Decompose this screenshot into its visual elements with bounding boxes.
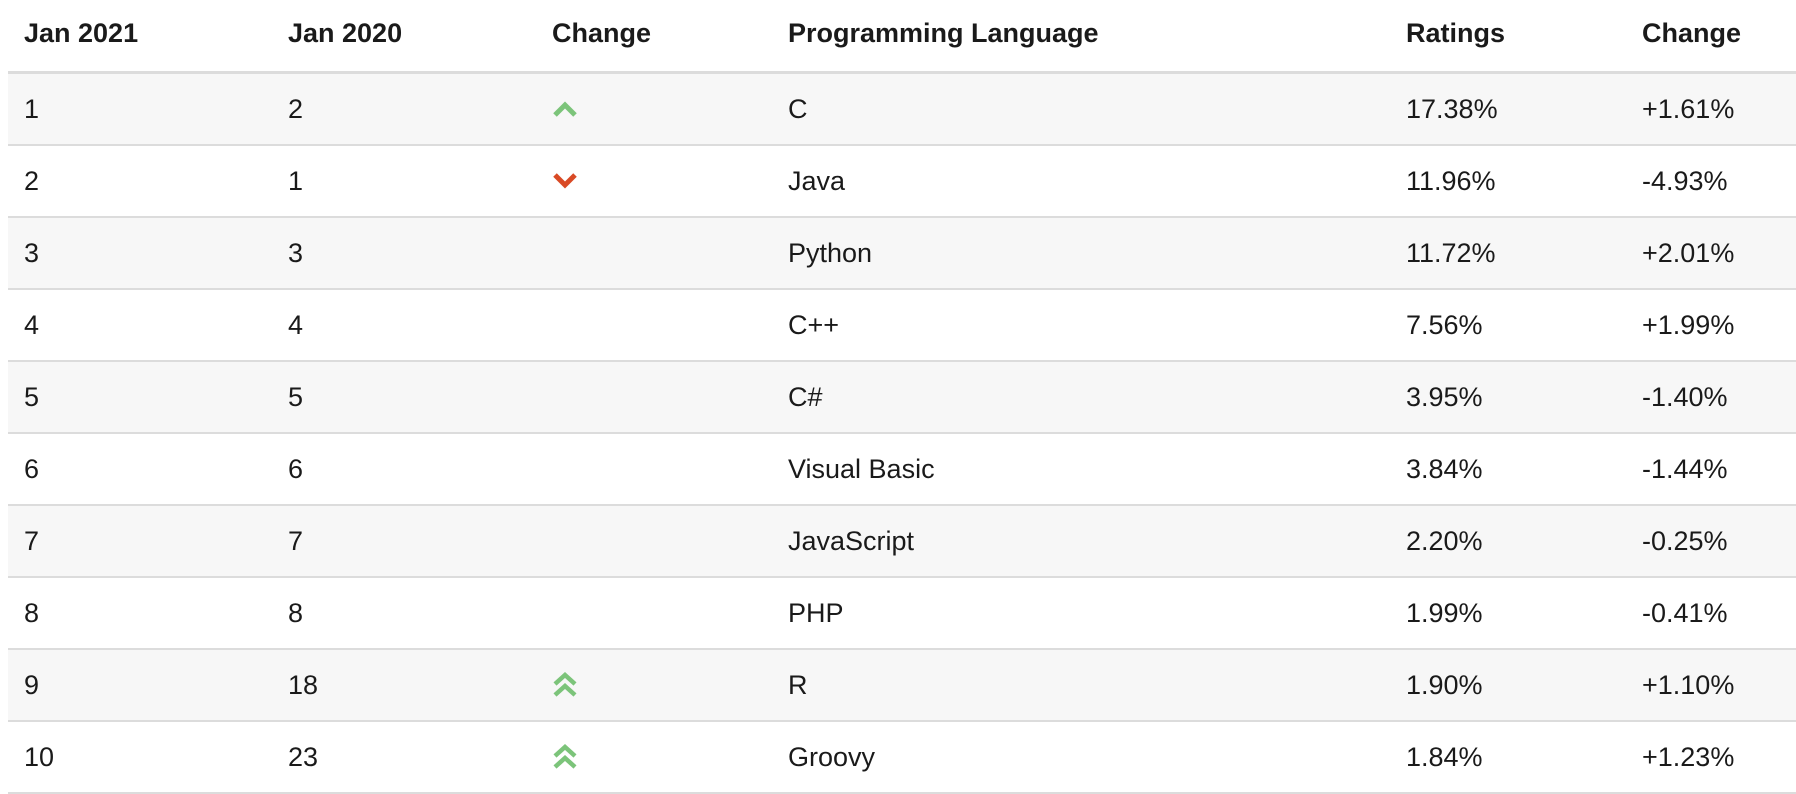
table-row: 4 4 C++ 7.56% +1.99% — [8, 290, 1796, 362]
double-chevron-up-icon — [552, 671, 578, 699]
rating-value: 1.84% — [1406, 741, 1483, 772]
rank-jan-2020: 8 — [288, 597, 304, 628]
table-row: 5 5 C# 3.95% -1.40% — [8, 362, 1796, 434]
language-name: Java — [788, 165, 846, 196]
rank-jan-2020: 5 — [288, 381, 304, 412]
rating-change: +1.10% — [1642, 669, 1735, 700]
table-row: 10 23 Groovy 1.84% +1.23% — [8, 722, 1796, 794]
rating-value: 17.38% — [1406, 93, 1498, 124]
rank-jan-2021: 3 — [24, 237, 40, 268]
rating-change: -1.44% — [1642, 453, 1728, 484]
rank-jan-2021: 2 — [24, 165, 40, 196]
rank-jan-2021: 10 — [24, 741, 55, 772]
rank-jan-2020: 4 — [288, 309, 304, 340]
rating-value: 2.20% — [1406, 525, 1483, 556]
rank-jan-2021: 6 — [24, 453, 40, 484]
header-programming-language: Programming Language — [788, 18, 1099, 48]
trend-cell — [552, 722, 578, 792]
table-row: 3 3 Python 11.72% +2.01% — [8, 218, 1796, 290]
language-name: C — [788, 93, 808, 124]
rank-jan-2020: 18 — [288, 669, 319, 700]
rating-change: +1.23% — [1642, 741, 1735, 772]
table-row: 1 2 C 17.38% +1.61% — [8, 74, 1796, 146]
language-name: Python — [788, 237, 873, 268]
language-name: Groovy — [788, 741, 876, 772]
header-ratings: Ratings — [1406, 18, 1506, 48]
language-name: Visual Basic — [788, 453, 935, 484]
rating-value: 3.84% — [1406, 453, 1483, 484]
rating-value: 11.72% — [1406, 237, 1496, 268]
language-name: PHP — [788, 597, 844, 628]
rating-change: -0.25% — [1642, 525, 1728, 556]
rank-jan-2021: 9 — [24, 669, 40, 700]
table-row: 2 1 Java 11.96% -4.93% — [8, 146, 1796, 218]
rating-change: -1.40% — [1642, 381, 1728, 412]
rating-change: -4.93% — [1642, 165, 1728, 196]
rating-value: 3.95% — [1406, 381, 1483, 412]
table-row: 7 7 JavaScript 2.20% -0.25% — [8, 506, 1796, 578]
rating-value: 7.56% — [1406, 309, 1483, 340]
rating-value: 11.96% — [1406, 165, 1496, 196]
table-row: 8 8 PHP 1.99% -0.41% — [8, 578, 1796, 650]
rank-jan-2020: 2 — [288, 93, 304, 124]
table-row: 9 18 R 1.90% +1.10% — [8, 650, 1796, 722]
language-name: R — [788, 669, 808, 700]
rank-jan-2021: 5 — [24, 381, 40, 412]
header-change: Change — [552, 18, 652, 48]
header-jan-2021: Jan 2021 — [24, 18, 139, 48]
rating-change: +2.01% — [1642, 237, 1735, 268]
rank-jan-2020: 3 — [288, 237, 304, 268]
rank-jan-2020: 6 — [288, 453, 304, 484]
table-body: 1 2 C 17.38% +1.61% 2 1 Java 11.96% -4.93% 3 3 Pytho… — [8, 74, 1796, 794]
table-row: 6 6 Visual Basic 3.84% -1.44% — [8, 434, 1796, 506]
rank-jan-2020: 7 — [288, 525, 304, 556]
trend-cell — [552, 650, 578, 720]
rating-value: 1.90% — [1406, 669, 1483, 700]
language-name: C++ — [788, 309, 840, 340]
rank-jan-2020: 1 — [288, 165, 304, 196]
header-rating-change: Change — [1642, 18, 1742, 48]
table-header-row: Jan 2021 Jan 2020 Change Programming Lan… — [8, 0, 1796, 74]
rating-value: 1.99% — [1406, 597, 1483, 628]
chevron-down-icon — [552, 172, 578, 190]
trend-cell — [552, 74, 578, 144]
rating-change: +1.99% — [1642, 309, 1735, 340]
language-name: JavaScript — [788, 525, 915, 556]
chevron-up-icon — [552, 100, 578, 118]
rank-jan-2021: 8 — [24, 597, 40, 628]
rank-jan-2021: 4 — [24, 309, 40, 340]
ranking-table: Jan 2021 Jan 2020 Change Programming Lan… — [8, 0, 1796, 794]
trend-cell — [552, 146, 578, 216]
rating-change: -0.41% — [1642, 597, 1728, 628]
double-chevron-up-icon — [552, 743, 578, 771]
rank-jan-2021: 7 — [24, 525, 40, 556]
rating-change: +1.61% — [1642, 93, 1735, 124]
rank-jan-2020: 23 — [288, 741, 319, 772]
header-jan-2020: Jan 2020 — [288, 18, 403, 48]
rank-jan-2021: 1 — [24, 93, 40, 124]
language-name: C# — [788, 381, 823, 412]
